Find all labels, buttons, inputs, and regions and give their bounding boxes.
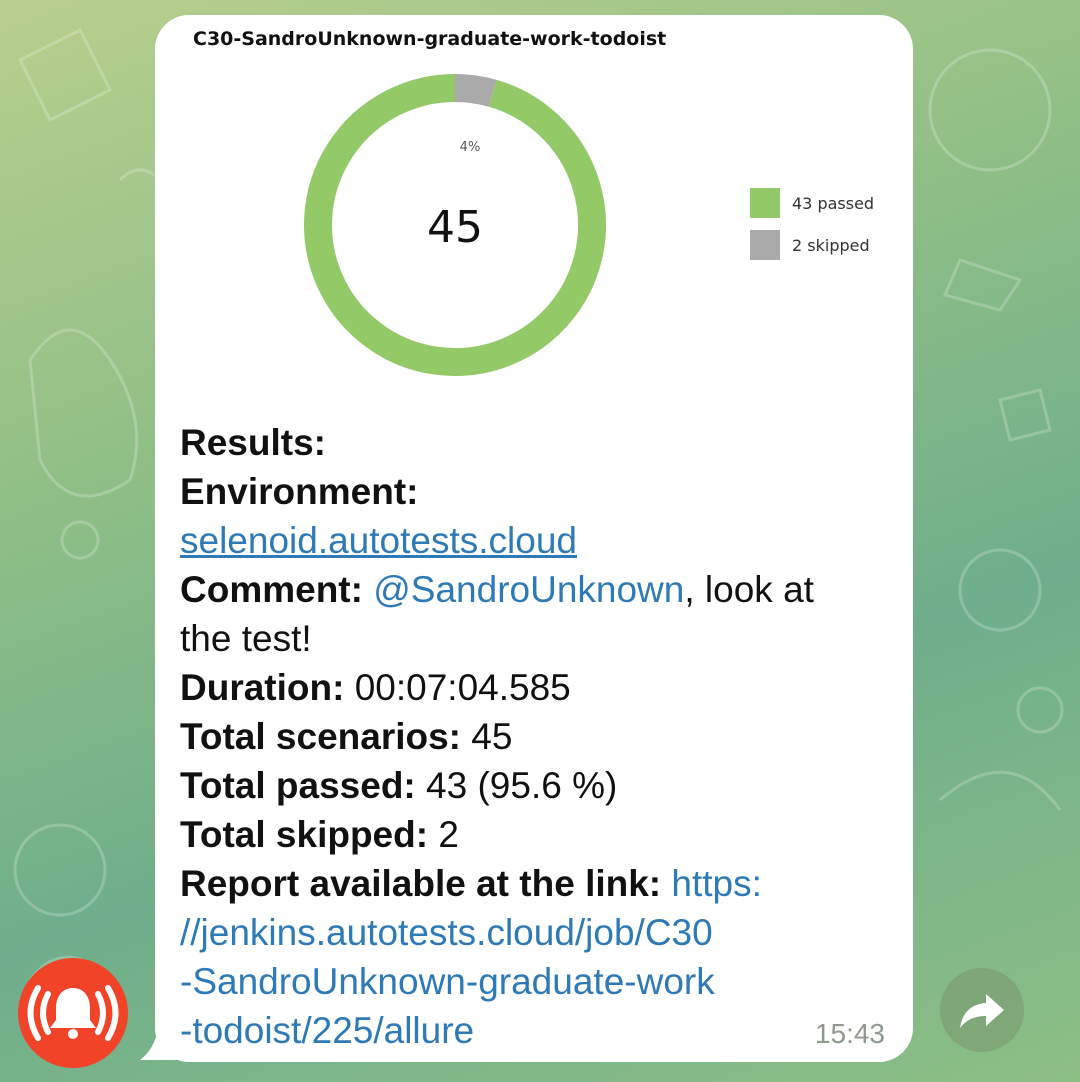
comment-line-2: the test! (180, 614, 880, 663)
message-text: Results: Environment: selenoid.autotests… (180, 418, 880, 1055)
forward-button[interactable] (940, 968, 1024, 1052)
report-label: Report available at the link: (180, 863, 662, 904)
environment-label: Environment: (180, 471, 419, 512)
legend-label-skipped: 2 skipped (792, 235, 870, 255)
chart-legend: 43 passed 2 skipped (750, 188, 874, 272)
duration-label: Duration: (180, 667, 345, 708)
report-link-part-3[interactable]: -SandroUnknown-graduate-work (180, 961, 715, 1002)
environment-link[interactable]: selenoid.autotests.cloud (180, 520, 577, 561)
slice-label-skipped: 4% (460, 140, 481, 155)
legend-item-skipped: 2 skipped (750, 230, 874, 260)
legend-label-passed: 43 passed (792, 193, 875, 213)
passed-line: Total passed: 43 (95.6 %) (180, 761, 880, 810)
scenarios-value: 45 (461, 716, 513, 757)
skipped-value: 2 (428, 814, 459, 855)
comment-label: Comment: (180, 569, 363, 610)
chart-title: C30-SandroUnknown-graduate-work-todoist (193, 28, 667, 50)
comment-line: Comment: @SandroUnknown, look at (180, 565, 880, 614)
legend-swatch-skipped (750, 230, 780, 260)
report-link-line-2: //jenkins.autotests.cloud/job/C30 (180, 908, 880, 957)
alarm-button[interactable] (18, 958, 128, 1068)
mention-link[interactable]: @SandroUnknown (373, 569, 684, 610)
report-link-line-3: -SandroUnknown-graduate-work (180, 957, 880, 1006)
scenarios-label: Total scenarios: (180, 716, 462, 757)
report-link-part-4[interactable]: -todoist/225/allure (180, 1010, 474, 1051)
results-label: Results: (180, 422, 326, 463)
forward-arrow-icon (960, 994, 1004, 1028)
report-line: Report available at the link: https: (180, 859, 880, 908)
results-line: Results: (180, 418, 880, 467)
donut-chart: 4% 45 (304, 74, 606, 376)
skipped-line: Total skipped: 2 (180, 810, 880, 859)
comment-text-2: the test! (180, 618, 312, 659)
environment-line: Environment: (180, 467, 880, 516)
passed-label: Total passed: (180, 765, 416, 806)
scenarios-line: Total scenarios: 45 (180, 712, 880, 761)
skipped-label: Total skipped: (180, 814, 429, 855)
legend-item-passed: 43 passed (750, 188, 874, 218)
duration-line: Duration: 00:07:04.585 (180, 663, 880, 712)
report-link-part-1[interactable]: https: (661, 863, 762, 904)
environment-link-line: selenoid.autotests.cloud (180, 516, 880, 565)
slice-skipped (454, 74, 497, 107)
comment-text-1: , look at (684, 569, 814, 610)
duration-value: 00:07:04.585 (344, 667, 571, 708)
passed-value: 43 (95.6 %) (415, 765, 618, 806)
legend-swatch-passed (750, 188, 780, 218)
alarm-bell-icon (27, 985, 119, 1041)
report-link-part-2[interactable]: //jenkins.autotests.cloud/job/C30 (180, 912, 713, 953)
donut-center-total: 45 (427, 202, 483, 253)
report-link-line-4: -todoist/225/allure (180, 1006, 880, 1055)
